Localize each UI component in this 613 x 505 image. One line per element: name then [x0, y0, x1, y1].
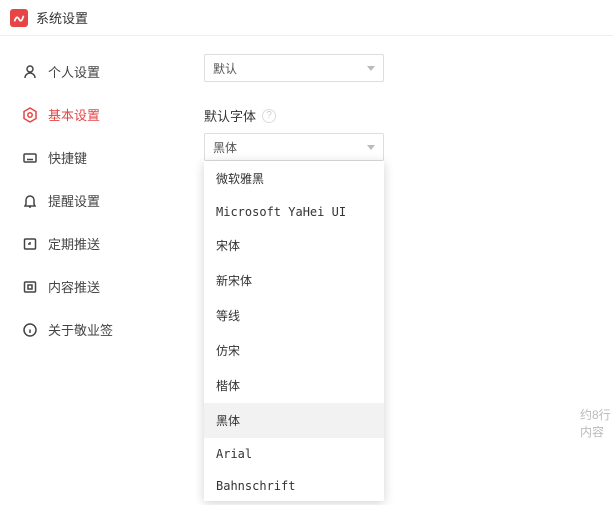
- font-dropdown-wrap: 黑体 微软雅黑Microsoft YaHei UI宋体新宋体等线仿宋楷体黑体Ar…: [204, 133, 589, 161]
- font-option[interactable]: 等线: [204, 298, 384, 333]
- font-dropdown-scroll[interactable]: 微软雅黑Microsoft YaHei UI宋体新宋体等线仿宋楷体黑体Arial…: [204, 161, 384, 501]
- sidebar-item-label: 个人设置: [48, 62, 100, 81]
- chevron-down-icon: [367, 145, 375, 150]
- titlebar-title: 系统设置: [36, 8, 88, 27]
- sidebar: 个人设置 基本设置 快捷键 提醒设置 定期推送: [0, 36, 180, 505]
- keyboard-icon: [22, 150, 38, 166]
- font-label-text: 默认字体: [204, 106, 256, 125]
- first-dropdown[interactable]: 默认: [204, 54, 384, 82]
- font-option[interactable]: 微软雅黑: [204, 161, 384, 196]
- titlebar: 系统设置: [0, 0, 613, 36]
- font-option[interactable]: Arial: [204, 438, 384, 470]
- sidebar-item-content-push[interactable]: 内容推送: [0, 265, 180, 308]
- font-field-label: 默认字体 ?: [204, 106, 589, 125]
- sidebar-item-personal[interactable]: 个人设置: [0, 50, 180, 93]
- font-option[interactable]: 仿宋: [204, 333, 384, 368]
- main-area: 个人设置 基本设置 快捷键 提醒设置 定期推送: [0, 36, 613, 505]
- sidebar-item-label: 基本设置: [48, 105, 100, 124]
- sidebar-item-label: 快捷键: [48, 148, 87, 167]
- hex-gear-icon: [22, 107, 38, 123]
- chevron-down-icon: [367, 66, 375, 71]
- sidebar-item-shortcut[interactable]: 快捷键: [0, 136, 180, 179]
- content-push-icon: [22, 279, 38, 295]
- font-option[interactable]: Microsoft YaHei UI: [204, 196, 384, 228]
- font-option[interactable]: 宋体: [204, 228, 384, 263]
- person-icon: [22, 64, 38, 80]
- sidebar-item-label: 关于敬业签: [48, 320, 113, 339]
- content-panel: 默认 默认字体 ? 黑体 微软雅黑Microsoft YaHei UI宋体新宋体…: [180, 36, 613, 505]
- sidebar-item-label: 定期推送: [48, 234, 100, 253]
- font-dropdown-list: 微软雅黑Microsoft YaHei UI宋体新宋体等线仿宋楷体黑体Arial…: [204, 161, 384, 501]
- sidebar-item-basic[interactable]: 基本设置: [0, 93, 180, 136]
- app-logo-icon: [10, 9, 28, 27]
- bell-icon: [22, 193, 38, 209]
- font-option[interactable]: 楷体: [204, 368, 384, 403]
- font-option[interactable]: Bahnschrift: [204, 470, 384, 501]
- sidebar-item-about[interactable]: 关于敬业签: [0, 308, 180, 351]
- sidebar-item-reminder[interactable]: 提醒设置: [0, 179, 180, 222]
- font-option[interactable]: 新宋体: [204, 263, 384, 298]
- info-icon: [22, 322, 38, 338]
- sidebar-item-label: 提醒设置: [48, 191, 100, 210]
- font-dropdown-value: 黑体: [213, 139, 237, 156]
- font-dropdown[interactable]: 黑体: [204, 133, 384, 161]
- sidebar-item-schedule-push[interactable]: 定期推送: [0, 222, 180, 265]
- first-dropdown-value: 默认: [213, 60, 237, 77]
- help-icon[interactable]: ?: [262, 109, 276, 123]
- font-option[interactable]: 黑体: [204, 403, 384, 438]
- sidebar-item-label: 内容推送: [48, 277, 100, 296]
- lines-hint-text: 约8行内容: [580, 406, 613, 440]
- clock-push-icon: [22, 236, 38, 252]
